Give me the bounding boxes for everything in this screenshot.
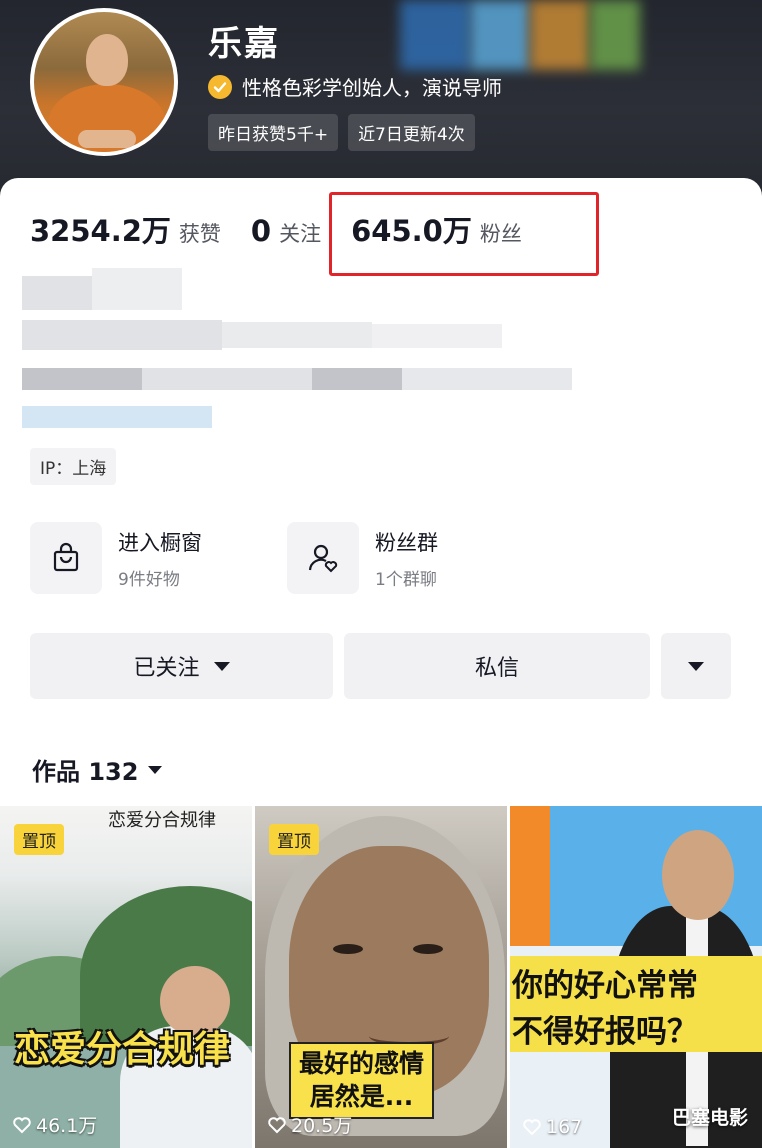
heart-icon <box>523 1119 541 1136</box>
blur-block <box>222 322 372 348</box>
blur-block <box>22 368 142 390</box>
avatar[interactable] <box>30 8 178 156</box>
heart-icon <box>268 1116 286 1133</box>
video-likes: 167 <box>522 1116 582 1138</box>
header-background-decoration <box>530 0 590 70</box>
thumbnail-person-eye <box>333 944 363 954</box>
video-thumbnail[interactable]: 恋爱分合规律 置顶 恋爱分合规律 46.1万 <box>0 806 252 1148</box>
pinned-badge: 置顶 <box>14 824 64 855</box>
fan-group-title: 粉丝群 <box>375 530 438 555</box>
video-likes-count: 167 <box>546 1116 583 1138</box>
pinned-badge: 置顶 <box>269 824 319 855</box>
video-caption: 最好的感情 居然是... <box>289 1042 435 1119</box>
stat-following-value: 0 <box>250 214 272 248</box>
shop-window-subtitle: 9件好物 <box>118 569 180 590</box>
profile-chips: 昨日获赞5千+ 近7日更新4次 <box>208 114 475 151</box>
header-background-decoration <box>400 0 470 70</box>
stat-following[interactable]: 0 关注 <box>251 214 321 248</box>
heart-icon <box>13 1116 31 1133</box>
video-caption-line-1: 最好的感情 <box>299 1049 425 1078</box>
thumbnail-person-eye <box>413 944 443 954</box>
video-title: 恋爱分合规律 <box>108 810 216 831</box>
blurred-bio <box>22 268 582 438</box>
stat-following-label: 关注 <box>279 222 322 246</box>
shop-window-title: 进入橱窗 <box>118 530 202 555</box>
followed-button[interactable]: 已关注 <box>30 633 333 699</box>
ip-location-tag: IP：上海 <box>30 448 117 485</box>
video-caption: 恋爱分合规律 <box>14 1029 231 1070</box>
works-count-label: 作品 132 <box>32 758 139 786</box>
stat-likes-value: 3254.2万 <box>30 214 171 248</box>
blur-block <box>372 324 502 348</box>
video-likes-count: 46.1万 <box>36 1115 98 1137</box>
caret-down-icon <box>148 765 163 774</box>
thumbnail-person <box>662 830 734 920</box>
message-button-label: 私信 <box>474 656 519 681</box>
fan-group-entry[interactable]: 粉丝群 1个群聊 <box>287 522 438 594</box>
video-caption-line-2: 不得好报吗？ <box>512 1014 698 1050</box>
video-caption-line-2: 居然是... <box>309 1081 414 1111</box>
user-heart-icon <box>287 522 359 594</box>
followed-button-label: 已关注 <box>133 656 200 681</box>
message-button[interactable]: 私信 <box>344 633 650 699</box>
chip-yesterday-likes[interactable]: 昨日获赞5千+ <box>208 114 339 151</box>
more-options-button[interactable] <box>661 633 731 699</box>
shop-window-entry[interactable]: 进入橱窗 9件好物 <box>30 522 202 594</box>
header-background-decoration <box>590 0 640 70</box>
video-caption: 你的好心常常 不得好报吗？ <box>510 956 762 1052</box>
video-likes: 46.1万 <box>12 1111 97 1138</box>
shopping-bag-icon <box>30 522 102 594</box>
header-background-decoration <box>470 0 530 70</box>
blur-block <box>402 368 572 390</box>
caret-down-icon <box>688 661 704 671</box>
blur-block <box>22 276 92 310</box>
fan-group-subtitle: 1个群聊 <box>375 569 437 590</box>
video-caption-line-1: 你的好心常常 <box>512 968 698 1004</box>
video-likes-count: 20.5万 <box>291 1115 353 1137</box>
verification-text: 性格色彩学创始人，演说导师 <box>242 76 502 100</box>
stat-likes-label: 获赞 <box>178 222 221 246</box>
video-thumbnail[interactable]: 你的好心常常 不得好报吗？ 167 巴塞电影 <box>510 806 762 1148</box>
works-tab[interactable]: 作品 132 <box>32 752 163 787</box>
verification-row: 性格色彩学创始人，演说导师 <box>208 72 502 101</box>
caret-down-icon <box>213 661 230 671</box>
profile-header: 乐嘉 性格色彩学创始人，演说导师 昨日获赞5千+ 近7日更新4次 <box>0 0 762 200</box>
stat-likes[interactable]: 3254.2万 获赞 <box>30 208 221 250</box>
blur-block <box>312 368 402 390</box>
avatar-figure-head <box>86 34 128 86</box>
video-thumbnail[interactable]: 置顶 最好的感情 居然是... 20.5万 <box>255 806 507 1148</box>
video-likes: 20.5万 <box>267 1111 352 1138</box>
blur-block <box>22 406 212 428</box>
verified-check-icon <box>208 74 232 99</box>
blur-block <box>142 368 312 390</box>
avatar-figure-hands <box>78 130 136 148</box>
blur-block <box>22 320 222 350</box>
thumbnail-background <box>510 806 550 946</box>
profile-card: 3254.2万 获赞 0 关注 645.0万 粉丝 IP：上海 进入橱窗 9件好… <box>0 178 762 1148</box>
profile-name: 乐嘉 <box>208 24 280 64</box>
blur-block <box>92 268 182 310</box>
watermark: 巴塞电影 <box>671 1107 748 1129</box>
chip-recent-updates[interactable]: 近7日更新4次 <box>348 114 475 151</box>
followers-highlight-box <box>329 192 599 276</box>
